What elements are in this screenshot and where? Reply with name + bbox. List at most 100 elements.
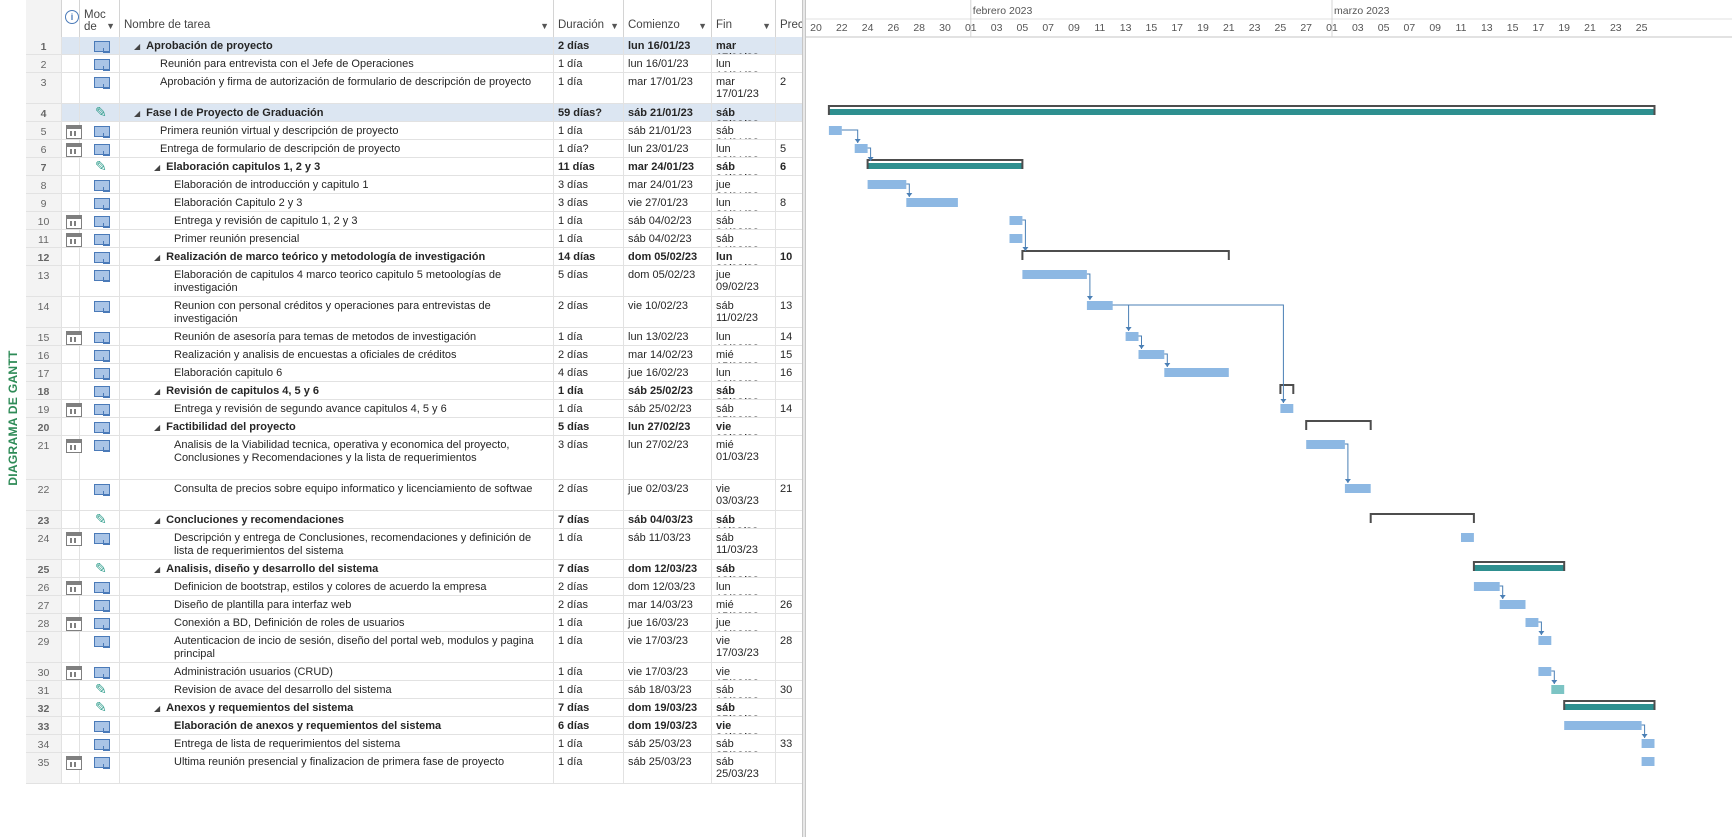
task-start-cell[interactable]: mar 14/02/23 (624, 346, 712, 363)
task-end-cell[interactable]: mié 15/02/23 (712, 346, 776, 363)
task-duration-cell[interactable]: 1 día (554, 632, 624, 662)
table-row[interactable]: 9 Elaboración Capitulo 2 y 3 3 días vie 27/… (26, 194, 802, 212)
task-duration-cell[interactable]: 1 día (554, 382, 624, 399)
table-row[interactable]: 25 ✎ ◢ Analisis, diseño y desarrollo del si… (26, 560, 802, 578)
id-column-header[interactable] (26, 0, 62, 37)
task-info-cell[interactable] (62, 735, 80, 752)
task-name-cell[interactable]: Elaboración de capitulos 4 marco teorico… (120, 266, 554, 296)
task-end-cell[interactable]: sáb 04/02/23 (712, 158, 776, 175)
task-end-cell[interactable]: sáb 04/02/23 (712, 230, 776, 247)
chevron-down-icon[interactable]: ▼ (698, 21, 707, 31)
task-duration-cell[interactable]: 2 días (554, 346, 624, 363)
task-mode-cell[interactable] (80, 364, 120, 381)
task-bar[interactable] (1306, 440, 1345, 449)
task-id-cell[interactable]: 32 (26, 699, 62, 716)
task-end-cell[interactable]: lun 16/01/23 (712, 55, 776, 72)
task-start-cell[interactable]: dom 12/03/23 (624, 560, 712, 577)
task-duration-cell[interactable]: 1 día (554, 55, 624, 72)
summary-bar[interactable] (867, 163, 1023, 169)
task-pred-cell[interactable] (776, 37, 802, 54)
table-row[interactable]: 21 Analisis de la Viabilidad tecnica, ope… (26, 436, 802, 480)
task-info-cell[interactable] (62, 382, 80, 399)
task-info-cell[interactable] (62, 632, 80, 662)
task-info-cell[interactable] (62, 176, 80, 193)
task-name-cell[interactable]: Primer reunión presencial (120, 230, 554, 247)
end-column-header[interactable]: Fin ▼ (712, 0, 776, 37)
table-row[interactable]: 4 ✎ ◢ Fase I de Proyecto de Graduación 59 dí… (26, 104, 802, 122)
table-row[interactable]: 32 ✎ ◢ Anexos y requemientos del sistema 7 d… (26, 699, 802, 717)
task-info-cell[interactable] (62, 511, 80, 528)
task-duration-cell[interactable]: 3 días (554, 194, 624, 211)
task-bar[interactable] (1009, 234, 1023, 243)
task-bar[interactable] (1280, 404, 1294, 413)
task-pred-cell[interactable] (776, 699, 802, 716)
task-start-cell[interactable]: lun 13/02/23 (624, 328, 712, 345)
task-info-cell[interactable] (62, 663, 82, 680)
task-mode-cell[interactable] (80, 55, 120, 72)
task-id-cell[interactable]: 14 (26, 297, 62, 327)
task-mode-cell[interactable] (80, 328, 120, 345)
task-name-cell[interactable]: Autenticacion de incio de sesión, diseño… (120, 632, 554, 662)
task-id-cell[interactable]: 7 (26, 158, 62, 175)
table-row[interactable]: 3 Aprobación y firma de autorización de f… (26, 73, 802, 104)
task-end-cell[interactable]: sáb 25/03/23 (712, 735, 776, 752)
task-mode-cell[interactable] (80, 194, 120, 211)
task-id-cell[interactable]: 5 (26, 122, 62, 139)
task-mode-cell[interactable] (80, 400, 120, 417)
task-bar[interactable] (1641, 757, 1655, 766)
task-mode-cell[interactable] (80, 529, 120, 559)
task-info-cell[interactable] (62, 55, 80, 72)
task-bar[interactable] (1473, 582, 1500, 591)
task-duration-cell[interactable]: 1 día (554, 328, 624, 345)
task-pred-cell[interactable] (776, 753, 802, 783)
task-info-cell[interactable] (62, 230, 82, 247)
task-duration-cell[interactable]: 3 días (554, 176, 624, 193)
task-duration-cell[interactable]: 3 días (554, 436, 624, 479)
chevron-down-icon[interactable]: ▼ (540, 21, 549, 31)
task-pred-cell[interactable] (776, 663, 802, 680)
task-duration-cell[interactable]: 11 días (554, 158, 624, 175)
task-duration-cell[interactable]: 2 días (554, 596, 624, 613)
task-mode-cell[interactable] (80, 663, 120, 680)
task-name-cell[interactable]: Consulta de precios sobre equipo informa… (120, 480, 554, 510)
task-start-cell[interactable]: dom 12/03/23 (624, 578, 712, 595)
task-start-cell[interactable]: mar 17/01/23 (624, 73, 712, 103)
table-row[interactable]: 35 Ultima reunión presencial y finalizaci… (26, 753, 802, 784)
task-bar[interactable] (1525, 618, 1539, 627)
task-mode-cell[interactable] (80, 73, 120, 103)
task-end-cell[interactable]: lun 20/02/23 (712, 364, 776, 381)
task-end-cell[interactable]: sáb 11/02/23 (712, 297, 776, 327)
task-bar[interactable] (1551, 685, 1565, 694)
task-bar[interactable] (1538, 636, 1552, 645)
task-id-cell[interactable]: 10 (26, 212, 62, 229)
task-mode-cell[interactable] (80, 418, 120, 435)
task-name-cell[interactable]: ◢ Concluciones y recomendaciones (120, 511, 554, 528)
task-id-cell[interactable]: 1 (26, 37, 62, 54)
task-end-cell[interactable]: lun 13/02/23 (712, 328, 776, 345)
task-name-cell[interactable]: Reunión de asesoría para temas de metodo… (120, 328, 554, 345)
task-info-cell[interactable] (62, 297, 80, 327)
task-mode-cell[interactable]: ✎ (80, 511, 120, 528)
table-row[interactable]: 7 ✎ ◢ Elaboración capitulos 1, 2 y 3 11 días… (26, 158, 802, 176)
task-start-cell[interactable]: lun 16/01/23 (624, 37, 712, 54)
task-mode-cell[interactable] (80, 140, 120, 157)
task-bar[interactable] (854, 144, 868, 153)
task-duration-cell[interactable]: 5 días (554, 418, 624, 435)
table-row[interactable]: 31 ✎ Revision de avace del desarrollo del … (26, 681, 802, 699)
task-start-cell[interactable]: sáb 25/03/23 (624, 753, 712, 783)
task-id-cell[interactable]: 24 (26, 529, 62, 559)
task-id-cell[interactable]: 35 (26, 753, 62, 783)
task-mode-cell[interactable] (80, 37, 120, 54)
task-pred-cell[interactable]: 16 (776, 364, 802, 381)
task-pred-cell[interactable]: 2 (776, 73, 802, 103)
task-name-cell[interactable]: ◢ Aprobación de proyecto (120, 37, 554, 54)
task-pred-cell[interactable]: 21 (776, 480, 802, 510)
task-end-cell[interactable]: lun 23/01/23 (712, 140, 776, 157)
task-duration-cell[interactable]: 2 días (554, 578, 624, 595)
task-name-cell[interactable]: Entrega de lista de requerimientos del s… (120, 735, 554, 752)
table-row[interactable]: 2 Reunión para entrevista con el Jefe de … (26, 55, 802, 73)
task-info-cell[interactable] (62, 73, 80, 103)
task-start-cell[interactable]: lun 23/01/23 (624, 140, 712, 157)
task-name-cell[interactable]: Entrega de formulario de descripción de … (120, 140, 554, 157)
task-name-cell[interactable]: Definicion de bootstrap, estilos y color… (120, 578, 554, 595)
